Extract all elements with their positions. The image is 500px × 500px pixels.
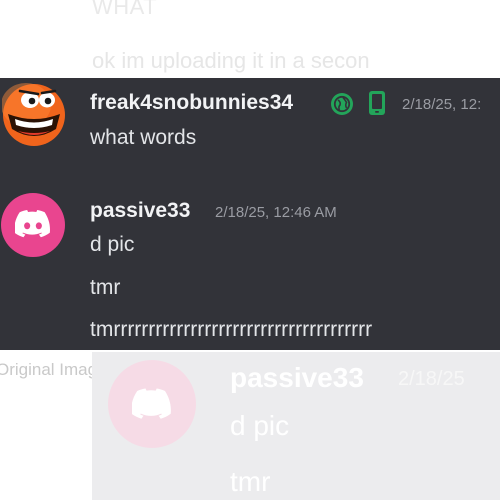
chat-panel: freak4snobunnies34 2/18/25, 12: what wor… [0,78,500,350]
message-timestamp: 2/18/25, 12:46 AM [215,204,337,221]
discord-default-avatar[interactable] [1,193,65,257]
ghost-message-line: tmr [230,466,271,497]
message-content: tmr [90,276,121,299]
message-author[interactable]: freak4snobunnies34 [90,91,293,115]
discord-logo-icon [15,210,50,238]
mobile-phone-icon [369,91,385,115]
message-content: d pic [90,233,135,256]
message-content: what words [90,126,197,149]
ghost-username: passive33 [230,362,364,393]
message-author[interactable]: passive33 [90,199,190,223]
message-timestamp: 2/18/25, 12: [402,96,482,113]
message-content: tmrrrrrrrrrrrrrrrrrrrrrrrrrrrrrrrrrrrrr [90,318,373,341]
faded-previous-message: ok im uploading it in a secon [92,48,370,73]
discord-logo-icon [132,388,171,419]
globe-icon [331,93,353,115]
faded-top-message: WHAT [92,0,158,19]
ghost-message-line: d pic [230,410,290,441]
image-caption: Original Image [0,360,107,379]
ghost-avatar [108,360,196,448]
ghost-timestamp: 2/18/25 [398,368,465,390]
orange-emoji-avatar[interactable] [2,83,66,147]
